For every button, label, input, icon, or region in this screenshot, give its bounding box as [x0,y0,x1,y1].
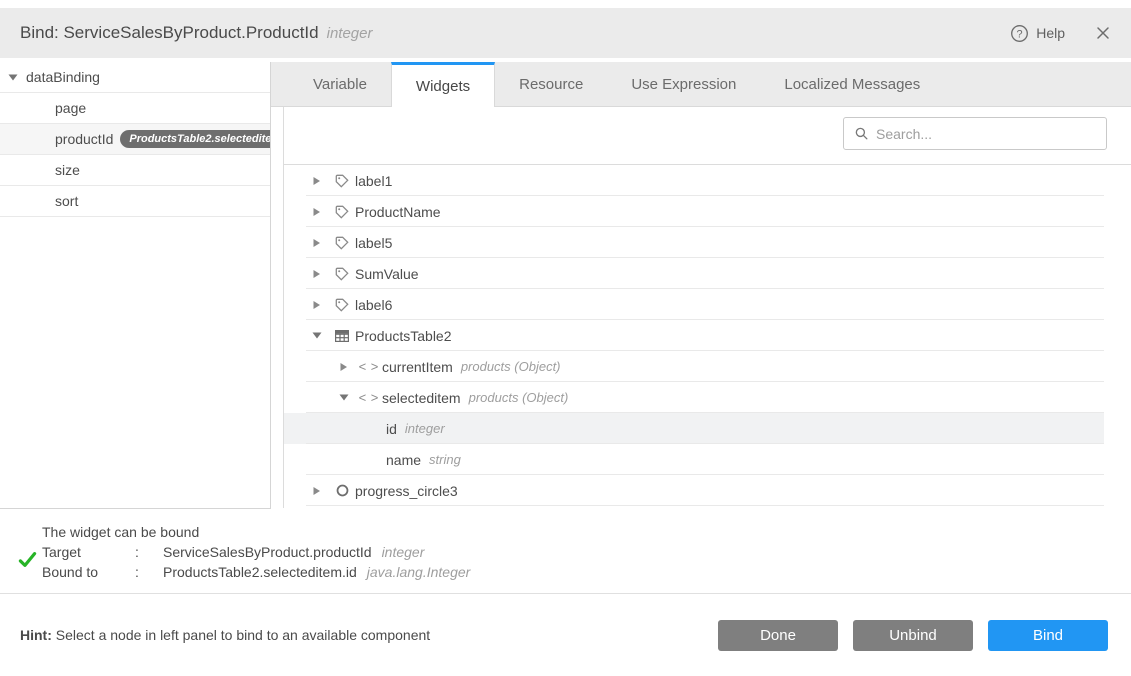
status-row-label: Target [42,542,135,562]
tab-resource[interactable]: Resource [495,62,607,106]
widget-node-ProductName[interactable]: ProductName [284,196,1104,227]
bind-button[interactable]: Bind [988,620,1108,651]
status-row-type: java.lang.Integer [367,562,471,582]
arrow-right-icon[interactable] [312,238,329,248]
tab-localized-messages[interactable]: Localized Messages [760,62,944,106]
binding-node-sort[interactable]: sort [0,186,270,217]
widget-node-label: name [386,452,421,468]
widget-node-label5[interactable]: label5 [284,227,1104,258]
close-icon[interactable] [1095,25,1111,41]
widget-node-type: integer [405,421,445,436]
dialog-title-type: integer [327,25,373,42]
widget-node-label: progress_circle3 [355,483,458,499]
unbind-button[interactable]: Unbind [853,620,973,651]
binding-node-label: productId [55,131,113,147]
arrow-down-icon[interactable] [312,331,329,340]
widget-node-label: label6 [355,297,392,313]
widget-node-label6[interactable]: label6 [284,289,1104,320]
status-row-colon: : [135,542,163,562]
widget-node-label: selecteditem [382,390,461,406]
widget-node-label: ProductsTable2 [355,328,452,344]
widget-node-type: string [429,452,461,467]
dialog-footer: Hint: Select a node in left panel to bin… [0,594,1131,676]
widget-node-type: products (Object) [469,390,569,405]
widget-tree: label1 ProductName label5 SumValue label6 Pro… [284,165,1104,506]
svg-text:?: ? [1017,28,1023,40]
binding-node-page[interactable]: page [0,93,270,124]
status-row-value: ServiceSalesByProduct.productId [163,542,372,562]
circle-icon [329,483,355,498]
binding-node-size[interactable]: size [0,155,270,186]
search-box [843,117,1107,150]
databinding-panel: dataBinding page productId ProductsTable2.s… [0,62,271,509]
widget-node-ProductsTable2[interactable]: ProductsTable2 [284,320,1104,351]
tag-icon [329,297,355,313]
status-row-target: Target:ServiceSalesByProduct.productId in… [42,542,470,562]
tag-icon [329,235,355,251]
widget-node-label: label1 [355,173,392,189]
status-row-label: Bound to [42,562,135,582]
arrow-down-icon[interactable] [8,73,26,82]
widgets-panel: label1 ProductName label5 SumValue label6 Pro… [283,107,1131,508]
status-row-type: integer [382,542,425,562]
dialog-header: Bind: ServiceSalesByProduct.ProductId in… [0,8,1131,58]
binding-status: The widget can be bound Target:ServiceSa… [0,509,1131,594]
widget-node-currentItem[interactable]: < >currentItem products (Object) [284,351,1104,382]
tag-icon [329,266,355,282]
binding-node-label: sort [55,193,78,209]
widget-node-label: label5 [355,235,392,251]
arrow-right-icon[interactable] [312,207,329,217]
widget-node-selecteditem[interactable]: < >selecteditem products (Object) [284,382,1104,413]
widget-node-label1[interactable]: label1 [284,165,1104,196]
status-row-value: ProductsTable2.selecteditem.id [163,562,357,582]
widget-node-id[interactable]: id integer [284,413,1104,444]
object-icon: < > [356,390,382,405]
widget-node-type: products (Object) [461,359,561,374]
help-label: Help [1036,25,1065,41]
widget-node-progress_circle3[interactable]: progress_circle3 [284,475,1104,506]
status-row-bound-to: Bound to:ProductsTable2.selecteditem.id j… [42,562,470,582]
binding-node-dataBinding[interactable]: dataBinding [0,62,270,93]
object-icon: < > [356,359,382,374]
search-input[interactable] [876,126,1096,142]
table-icon [329,328,355,344]
widget-node-name[interactable]: name string [284,444,1104,475]
help-button[interactable]: ? Help [1010,24,1065,43]
arrow-down-icon[interactable] [339,393,356,402]
done-button[interactable]: Done [718,620,838,651]
dialog-title: Bind: ServiceSalesByProduct.ProductId [20,23,319,43]
search-area [284,107,1131,165]
help-icon: ? [1010,24,1029,43]
tag-icon [329,173,355,189]
tab-widgets[interactable]: Widgets [391,62,495,107]
widget-node-label: SumValue [355,266,419,282]
widget-node-SumValue[interactable]: SumValue [284,258,1104,289]
search-icon [854,126,869,141]
widget-node-label: id [386,421,397,437]
widget-node-label: ProductName [355,204,441,220]
binding-node-label: size [55,162,80,178]
hint-text: Hint: Select a node in left panel to bin… [20,627,430,643]
arrow-right-icon[interactable] [312,300,329,310]
binding-node-label: dataBinding [26,69,100,85]
arrow-right-icon[interactable] [312,176,329,186]
status-row-colon: : [135,562,163,582]
status-message: The widget can be bound [42,522,470,542]
tab-use-expression[interactable]: Use Expression [607,62,760,106]
binding-node-label: page [55,100,86,116]
bound-expression-badge: ProductsTable2.selecteditem [120,130,270,148]
arrow-right-icon[interactable] [339,362,356,372]
success-check-icon [12,522,42,593]
tab-bar: VariableWidgetsResourceUse ExpressionLoc… [271,62,1131,107]
tag-icon [329,204,355,220]
tab-variable[interactable]: Variable [289,62,391,106]
bind-dialog: Bind: ServiceSalesByProduct.ProductId in… [0,0,1131,676]
widget-node-label: currentItem [382,359,453,375]
binding-node-productId[interactable]: productId ProductsTable2.selecteditem [0,124,270,155]
arrow-right-icon[interactable] [312,269,329,279]
arrow-right-icon[interactable] [312,486,329,496]
